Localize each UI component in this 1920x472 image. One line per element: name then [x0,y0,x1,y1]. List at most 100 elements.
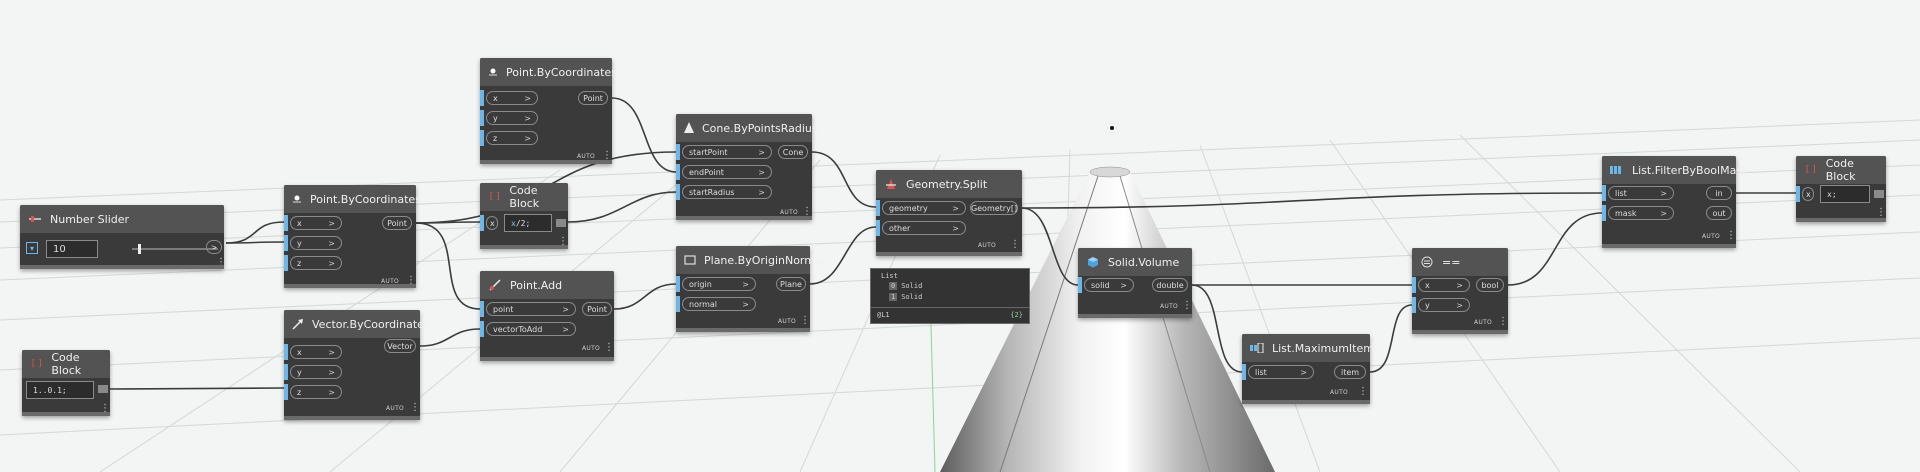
node-menu-icon[interactable]: ⋮ [802,207,812,217]
input-port-y[interactable]: y > [284,235,342,251]
input-port-mask[interactable]: mask > [1602,205,1674,221]
port-label: point [493,304,514,314]
auto-label: AUTO [386,405,405,412]
input-port-point[interactable]: point > [480,301,576,317]
input-port-y[interactable]: y > [284,364,342,380]
input-port-x[interactable]: x [1796,186,1814,202]
input-port-origin[interactable]: origin > [676,276,756,292]
input-port-solid[interactable]: solid > [1078,277,1134,293]
node-header: List.MaximumItem [1242,334,1374,362]
code-editor[interactable]: 1..0.1; [26,381,94,399]
input-port-startradius[interactable]: startRadius > [676,184,772,200]
input-port-endpoint[interactable]: endPoint > [676,164,772,180]
code-output-port[interactable] [98,385,108,393]
input-port-x[interactable]: x > [1412,277,1470,293]
node-point-add[interactable]: Point.Add point > vectorToAdd > Point AUTO… [480,271,614,361]
node-solid-volume[interactable]: Solid.Volume solid > double AUTO ⋮ [1078,248,1192,318]
node-footer [22,412,110,416]
node-point-bycoordinates-2[interactable]: Point.ByCoordinates x > y > z > Point AUTO … [480,58,617,164]
input-port-x[interactable]: x > [480,90,538,106]
origin-point [1110,126,1114,130]
input-port-startpoint[interactable]: startPoint > [676,144,772,160]
slider-value-field[interactable]: 10 [46,240,98,258]
output-port-point[interactable]: Point [582,302,612,316]
input-port-z[interactable]: z > [284,384,342,400]
watch-preview-bubble[interactable]: List 0 Solid 1 Solid @L1 {2} [870,268,1030,324]
output-port-cone[interactable]: Cone [778,145,808,159]
input-port-list[interactable]: list > [1242,364,1314,380]
node-menu-icon[interactable]: ⋮ [1498,317,1508,327]
output-port-double[interactable]: double [1152,278,1188,292]
node-footer [284,284,416,288]
node-menu-icon[interactable]: ⋮ [604,343,614,353]
output-port-geometry-list[interactable]: Geometry[] [970,201,1018,215]
output-port-point[interactable]: Point [578,91,608,105]
input-port-y[interactable]: y > [1412,297,1470,313]
code-output-port[interactable] [556,219,566,227]
input-port-other[interactable]: other > [876,220,966,236]
node-list-filterbyboolmask[interactable]: List.FilterByBoolMask list > mask > in out… [1602,156,1748,248]
solid-cube-icon [1086,255,1100,269]
node-menu-icon[interactable]: ⋮ [1182,301,1192,311]
port-label: startPoint [689,147,728,157]
input-port-list[interactable]: list > [1602,185,1674,201]
node-menu-icon[interactable]: ⋮ [1876,208,1886,218]
node-menu-icon[interactable]: ⋮ [602,151,612,161]
node-equals[interactable]: == x > y > bool AUTO ⋮ [1412,248,1508,334]
graph-canvas[interactable]: Number Slider ▾ 10 > ⋮ Point.ByCoordinat… [0,0,1920,472]
expand-slider-button[interactable]: ▾ [26,242,38,254]
node-menu-icon[interactable]: ⋮ [1010,240,1020,250]
port-label: x [297,218,302,228]
node-footer [480,245,568,249]
node-menu-icon[interactable]: ⋮ [1726,231,1736,241]
node-plane-byoriginnormal[interactable]: Plane.ByOriginNormal origin > normal > Pla… [676,246,825,332]
output-port-bool[interactable]: bool [1476,278,1504,292]
output-port-out[interactable]: out [1706,206,1732,220]
node-title: Solid.Volume [1108,255,1180,269]
slider-output-port[interactable]: > [206,240,222,254]
node-header: Solid.Volume [1078,248,1192,276]
node-geometry-split[interactable]: Geometry.Split geometry > other > Geometry… [876,170,1022,256]
output-port-item[interactable]: item [1334,365,1366,379]
geometry-split-icon [884,177,898,191]
input-port-x[interactable]: x > [284,215,342,231]
port-label: other [889,223,911,233]
slider-icon [28,212,42,226]
input-port-z[interactable]: z > [480,130,538,146]
node-point-bycoordinates-1[interactable]: Point.ByCoordinates x > y > z > Point AUTO … [284,185,421,288]
node-footer [1602,244,1736,248]
node-code-block-1[interactable]: [ ] Code Block x x/2; ⋮ [480,183,568,249]
node-vector-bycoordinates[interactable]: Vector.ByCoordinates x > y > z > Vector AUT… [284,310,430,420]
node-number-slider[interactable]: Number Slider ▾ 10 > ⋮ [20,205,226,269]
output-port-vector[interactable]: Vector [384,339,416,353]
node-title: Code Block [1825,157,1856,183]
node-title: List.MaximumItem [1272,341,1374,355]
code-editor[interactable]: x/2; [504,214,552,232]
input-port-geometry[interactable]: geometry > [876,200,966,216]
node-menu-icon[interactable]: ⋮ [410,403,420,413]
node-code-block-3[interactable]: [ ] Code Block x x; ⋮ [1796,156,1886,222]
input-port-z[interactable]: z > [284,255,342,271]
input-port-normal[interactable]: normal > [676,296,756,312]
cone-icon [684,121,694,135]
node-menu-icon[interactable]: ⋮ [1358,387,1368,397]
port-label: z [297,387,302,397]
node-footer [1412,330,1508,334]
code-editor[interactable]: x; [1820,185,1870,203]
input-port-vectortoadd[interactable]: vectorToAdd > [480,321,576,337]
code-output-port[interactable] [1874,190,1884,198]
node-header: [ ] Code Block [22,350,110,378]
input-port-x[interactable]: x [480,215,498,231]
node-menu-icon[interactable]: ⋮ [800,316,810,326]
list-icon [1250,341,1264,355]
node-code-block-2[interactable]: [ ] Code Block 1..0.1; ⋮ [22,350,110,416]
node-list-maximumitem[interactable]: List.MaximumItem list > item AUTO ⋮ [1242,334,1374,404]
output-port-point[interactable]: Point [382,216,412,230]
slider-track[interactable] [132,241,218,257]
output-port-in[interactable]: in [1706,186,1732,200]
output-port-plane[interactable]: Plane [776,277,806,291]
input-port-y[interactable]: y > [480,110,538,126]
input-port-x[interactable]: x > [284,344,342,360]
code-block-icon: [ ] [1805,165,1816,175]
node-cone-bypointsradius[interactable]: Cone.ByPointsRadius startPoint > endPoint… [676,114,818,220]
